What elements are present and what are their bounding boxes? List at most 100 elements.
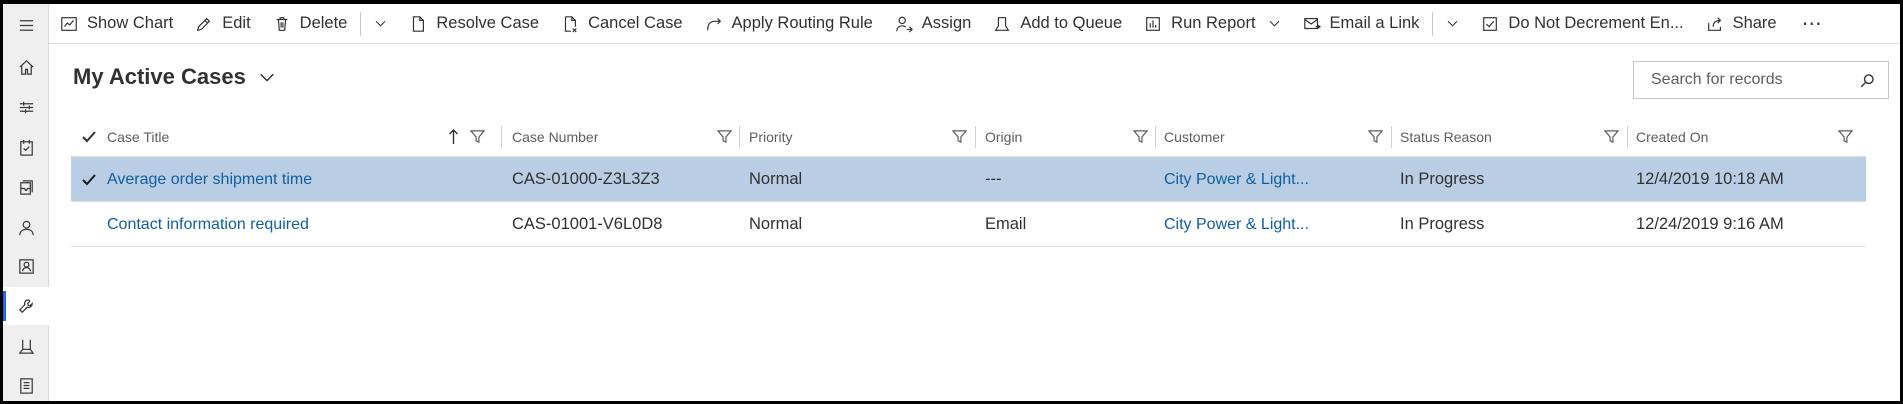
- resolve-case-button[interactable]: Resolve Case: [398, 4, 550, 44]
- cases-grid: Case Title Case Number Priority Origin C…: [71, 116, 1866, 247]
- view-selector[interactable]: My Active Cases: [73, 64, 276, 90]
- add-to-queue-button[interactable]: Add to Queue: [982, 4, 1133, 44]
- share-label: Share: [1732, 14, 1777, 32]
- trash-icon: [276, 16, 288, 31]
- filter-icon[interactable]: [1133, 129, 1148, 144]
- search-icon[interactable]: [1859, 72, 1876, 89]
- column-header-label: Priority: [749, 128, 793, 145]
- command-bar: Show Chart Edit Delete Resolve Case Canc…: [49, 4, 1900, 44]
- more-commands-button[interactable]: ⋯: [1788, 4, 1837, 44]
- apply-routing-rule-label: Apply Routing Rule: [731, 14, 873, 32]
- row-checkbox[interactable]: [75, 202, 103, 247]
- delete-label: Delete: [299, 14, 348, 32]
- knowledge-icon[interactable]: [3, 327, 49, 365]
- column-divider[interactable]: [1391, 126, 1392, 148]
- email-a-link-button[interactable]: Email a Link: [1292, 4, 1431, 44]
- column-header-created-on[interactable]: Created On: [1636, 116, 1853, 157]
- chevron-down-icon: [1448, 20, 1458, 27]
- column-divider[interactable]: [501, 126, 502, 148]
- queues-icon[interactable]: [3, 168, 49, 206]
- filter-icon[interactable]: [1838, 129, 1853, 144]
- checklist-icon: [1483, 16, 1498, 31]
- chart-icon: [61, 16, 77, 31]
- assign-button[interactable]: Assign: [884, 4, 983, 44]
- priority-cell: Normal: [749, 170, 803, 188]
- activities-icon[interactable]: [3, 128, 49, 166]
- page-title: My Active Cases: [73, 64, 246, 89]
- separator: [360, 11, 362, 36]
- column-divider[interactable]: [975, 126, 976, 148]
- column-header-origin[interactable]: Origin: [985, 116, 1148, 157]
- menu-icon[interactable]: [3, 6, 49, 44]
- filter-icon[interactable]: [1368, 129, 1383, 144]
- contacts-icon[interactable]: [3, 208, 49, 246]
- chevron-down-icon: [260, 73, 274, 82]
- delete-dropdown-button[interactable]: [363, 4, 398, 44]
- nav-rail: [3, 4, 49, 401]
- home-icon[interactable]: [3, 48, 49, 86]
- assign-label: Assign: [921, 14, 972, 32]
- filter-icon[interactable]: [1604, 129, 1619, 144]
- do-not-decrement-label: Do Not Decrement En...: [1508, 14, 1684, 32]
- column-header-label: Status Reason: [1400, 128, 1492, 145]
- email-dropdown-button[interactable]: [1435, 4, 1470, 44]
- column-header-status-reason[interactable]: Status Reason: [1400, 116, 1619, 157]
- sort-ascending-icon: [449, 128, 458, 144]
- column-header-label: Case Title: [107, 128, 170, 145]
- column-divider[interactable]: [739, 126, 740, 148]
- customer-link[interactable]: City Power & Light...: [1164, 202, 1383, 247]
- column-divider[interactable]: [1627, 126, 1628, 148]
- case-title-link[interactable]: Average order shipment time: [107, 157, 497, 202]
- column-header-case-title[interactable]: Case Title: [107, 116, 485, 157]
- column-divider[interactable]: [1155, 126, 1156, 148]
- column-header-label: Customer: [1164, 128, 1225, 145]
- pinned-icon[interactable]: [3, 88, 49, 126]
- add-to-queue-label: Add to Queue: [1020, 14, 1123, 32]
- share-button[interactable]: Share: [1695, 4, 1788, 44]
- customer-link[interactable]: City Power & Light...: [1164, 157, 1383, 202]
- chevron-down-icon: [1269, 20, 1279, 27]
- apply-routing-rule-button[interactable]: Apply Routing Rule: [694, 4, 884, 44]
- filter-icon[interactable]: [470, 129, 485, 144]
- search-input[interactable]: [1651, 71, 1859, 89]
- routing-rule-icon: [706, 17, 721, 30]
- run-report-label: Run Report: [1171, 14, 1256, 32]
- origin-cell: ---: [985, 170, 1002, 188]
- origin-cell: Email: [985, 215, 1027, 233]
- table-row[interactable]: Average order shipment time CAS-01000-Z3…: [71, 157, 1866, 202]
- priority-cell: Normal: [749, 215, 803, 233]
- pencil-icon: [197, 17, 211, 31]
- column-header-priority[interactable]: Priority: [749, 116, 967, 157]
- case-number-cell: CAS-01000-Z3L3Z3: [512, 170, 660, 188]
- social-profiles-icon[interactable]: [3, 247, 49, 285]
- row-checkbox[interactable]: [75, 157, 103, 202]
- column-header-label: Case Number: [512, 128, 599, 145]
- edit-button[interactable]: Edit: [184, 4, 261, 44]
- show-chart-button[interactable]: Show Chart: [49, 4, 184, 44]
- share-icon: [1707, 16, 1721, 31]
- column-header-label: Created On: [1636, 128, 1709, 145]
- delete-button[interactable]: Delete: [262, 4, 359, 44]
- run-report-button[interactable]: Run Report: [1133, 4, 1266, 44]
- column-header-customer[interactable]: Customer: [1164, 116, 1383, 157]
- table-row[interactable]: Contact information required CAS-01001-V…: [71, 202, 1866, 247]
- report-icon: [1146, 16, 1161, 31]
- case-title-link[interactable]: Contact information required: [107, 202, 497, 247]
- column-header-label: Origin: [985, 128, 1023, 145]
- checkmark-icon: [82, 130, 96, 142]
- cancel-case-label: Cancel Case: [588, 14, 683, 32]
- do-not-decrement-button[interactable]: Do Not Decrement En...: [1470, 4, 1694, 44]
- filter-icon[interactable]: [952, 129, 967, 144]
- service-tools-icon[interactable]: [3, 287, 49, 325]
- assign-icon: [896, 16, 913, 33]
- search-box: [1633, 61, 1889, 99]
- cancel-case-button[interactable]: Cancel Case: [550, 4, 693, 44]
- select-all-checkbox[interactable]: [75, 116, 103, 157]
- cancel-case-icon: [564, 15, 577, 33]
- run-report-dropdown-button[interactable]: [1267, 4, 1292, 44]
- reports-icon[interactable]: [3, 366, 49, 404]
- resolve-case-label: Resolve Case: [436, 14, 540, 32]
- add-to-queue-icon: [994, 16, 1010, 31]
- filter-icon[interactable]: [717, 129, 732, 144]
- column-header-case-number[interactable]: Case Number: [512, 116, 732, 157]
